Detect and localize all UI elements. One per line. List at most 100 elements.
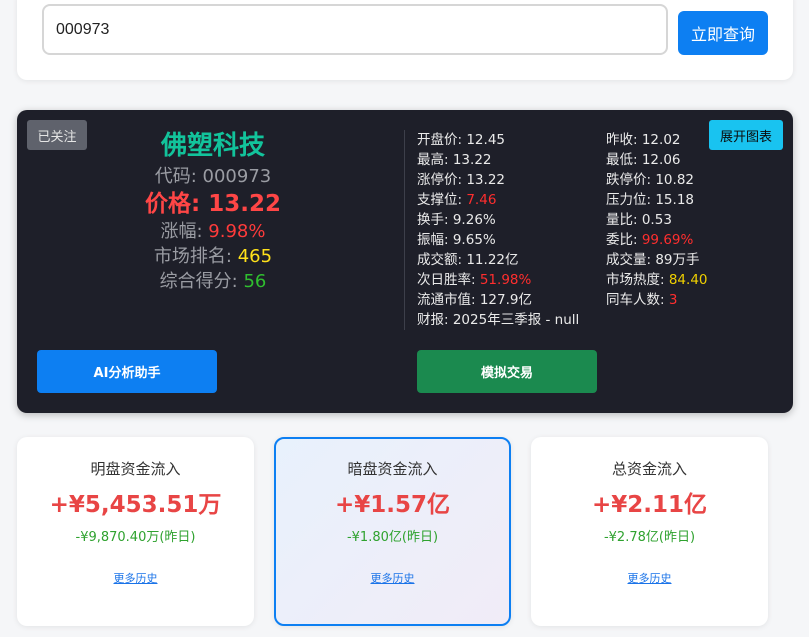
info-label: 次日胜率:	[417, 272, 480, 288]
info-row-float-cap: 流通市值: 127.9亿	[417, 290, 579, 310]
simulated-trade-button[interactable]: 模拟交易	[417, 350, 597, 393]
stock-change-label: 涨幅:	[160, 221, 209, 242]
info-row-bid-ratio: 委比: 99.69%	[606, 230, 708, 250]
more-history-link[interactable]: 更多历史	[276, 571, 509, 587]
info-value: 99.69%	[641, 232, 694, 248]
info-value: 13.22	[466, 172, 505, 188]
info-row-prev-close: 昨收: 12.02	[606, 130, 708, 150]
info-value: 12.45	[466, 132, 505, 148]
info-value: 11.22亿	[466, 252, 519, 268]
more-history-link[interactable]: 更多历史	[17, 571, 254, 587]
visible-fund-inflow-card[interactable]: 明盘资金流入 +¥5,453.51万 -¥9,870.40万(昨日) 更多历史	[17, 437, 254, 626]
info-row-support: 支撑位: 7.46	[417, 190, 579, 210]
info-row-limit-down: 跌停价: 10.82	[606, 170, 708, 190]
previous-day-amount: -¥9,870.40万(昨日)	[75, 530, 196, 545]
market-rank-label: 市场排名:	[153, 246, 238, 267]
stock-code-line: 代码: 000973	[113, 164, 313, 189]
inflow-amount: +¥5,453.51万	[49, 492, 222, 518]
info-row-amplitude: 振幅: 9.65%	[417, 230, 579, 250]
info-label: 昨收:	[606, 132, 642, 148]
overall-score: 56	[243, 271, 267, 292]
info-label: 换手:	[417, 212, 453, 228]
card-title: 总资金流入	[611, 460, 687, 478]
stock-price: 13.22	[208, 191, 281, 217]
market-rank-line: 市场排名: 465	[113, 244, 313, 269]
card-title: 明盘资金流入	[90, 460, 181, 478]
info-label: 同车人数:	[606, 292, 669, 308]
info-label: 压力位:	[606, 192, 656, 208]
query-button[interactable]: 立即查询	[678, 11, 768, 55]
market-rank: 465	[237, 246, 273, 267]
info-row-financial-report: 财报: 2025年三季报 - null	[417, 310, 579, 330]
more-history-link[interactable]: 更多历史	[531, 571, 768, 587]
info-value: 2025年三季报 - null	[452, 312, 580, 328]
info-value: 0.53	[641, 212, 672, 228]
info-value: 10.82	[655, 172, 694, 188]
card-title: 暗盘资金流入	[347, 460, 438, 478]
info-value: 89万手	[655, 252, 700, 268]
info-label: 流通市值:	[417, 292, 480, 308]
total-fund-inflow-card[interactable]: 总资金流入 +¥2.11亿 -¥2.78亿(昨日) 更多历史	[531, 437, 768, 626]
stock-change-line: 涨幅: 9.98%	[113, 219, 313, 244]
info-value: 12.02	[641, 132, 681, 148]
info-label: 最低:	[606, 152, 642, 168]
inflow-amount: +¥2.11亿	[591, 492, 708, 518]
stock-change: 9.98%	[208, 221, 266, 242]
stock-code: 000973	[202, 166, 272, 187]
stock-detail-card: 已关注 展开图表 佛塑科技 代码: 000973 价格: 13.22 涨幅: 9…	[17, 110, 793, 413]
info-label: 委比:	[606, 232, 642, 248]
search-card: 立即查询	[17, 0, 793, 80]
ai-analysis-button[interactable]: AI分析助手	[37, 350, 217, 393]
info-value: 51.98%	[479, 272, 532, 288]
stock-code-input[interactable]	[42, 4, 668, 55]
followed-badge[interactable]: 已关注	[27, 120, 87, 150]
stock-name: 佛塑科技	[160, 131, 265, 161]
info-label: 量比:	[606, 212, 642, 228]
previous-day-amount: -¥1.80亿(昨日)	[346, 530, 439, 545]
info-row-open: 开盘价: 12.45	[417, 130, 579, 150]
info-value: 84.40	[668, 272, 708, 288]
info-row-limit-up: 涨停价: 13.22	[417, 170, 579, 190]
stock-code-label: 代码:	[154, 166, 203, 187]
info-label: 振幅:	[417, 232, 453, 248]
stock-summary: 佛塑科技 代码: 000973 价格: 13.22 涨幅: 9.98% 市场排名…	[113, 128, 313, 294]
info-row-market-heat: 市场热度: 84.40	[606, 270, 708, 290]
expand-chart-button[interactable]: 展开图表	[709, 120, 783, 150]
info-row-same-car-count: 同车人数: 3	[606, 290, 708, 310]
info-label: 最高:	[417, 152, 453, 168]
info-value: 127.9亿	[479, 292, 532, 308]
previous-day-amount: -¥2.78亿(昨日)	[603, 530, 696, 545]
info-label: 开盘价:	[417, 132, 467, 148]
info-value: 3	[668, 292, 678, 308]
info-label: 市场热度:	[606, 272, 669, 288]
info-column-left: 开盘价: 12.45 最高: 13.22 涨停价: 13.22 支撑位: 7.4…	[417, 130, 579, 330]
stock-price-label: 价格:	[145, 191, 209, 217]
info-label: 跌停价:	[606, 172, 656, 188]
info-row-low: 最低: 12.06	[606, 150, 708, 170]
overall-score-label: 综合得分:	[159, 271, 244, 292]
info-row-trade-amount: 成交额: 11.22亿	[417, 250, 579, 270]
info-label: 支撑位:	[417, 192, 467, 208]
hidden-fund-inflow-card[interactable]: 暗盘资金流入 +¥1.57亿 -¥1.80亿(昨日) 更多历史	[274, 437, 511, 626]
info-label: 成交量:	[606, 252, 656, 268]
info-row-high: 最高: 13.22	[417, 150, 579, 170]
info-row-volume: 成交量: 89万手	[606, 250, 708, 270]
info-row-volume-ratio: 量比: 0.53	[606, 210, 708, 230]
info-column-right: 昨收: 12.02 最低: 12.06 跌停价: 10.82 压力位: 15.1…	[606, 130, 708, 310]
inflow-amount: +¥1.57亿	[334, 492, 451, 518]
info-label: 财报:	[417, 312, 453, 328]
info-value: 13.22	[452, 152, 492, 168]
info-value: 12.06	[641, 152, 681, 168]
info-row-turnover: 换手: 9.26%	[417, 210, 579, 230]
info-value: 7.46	[466, 192, 497, 208]
info-label: 成交额:	[417, 252, 467, 268]
info-row-next-day-win-rate: 次日胜率: 51.98%	[417, 270, 579, 290]
column-divider	[404, 130, 405, 330]
info-value: 15.18	[655, 192, 694, 208]
info-value: 9.65%	[452, 232, 496, 248]
overall-score-line: 综合得分: 56	[113, 269, 313, 294]
info-label: 涨停价:	[417, 172, 467, 188]
stock-price-line: 价格: 13.22	[113, 189, 313, 219]
info-row-resistance: 压力位: 15.18	[606, 190, 708, 210]
info-value: 9.26%	[452, 212, 496, 228]
